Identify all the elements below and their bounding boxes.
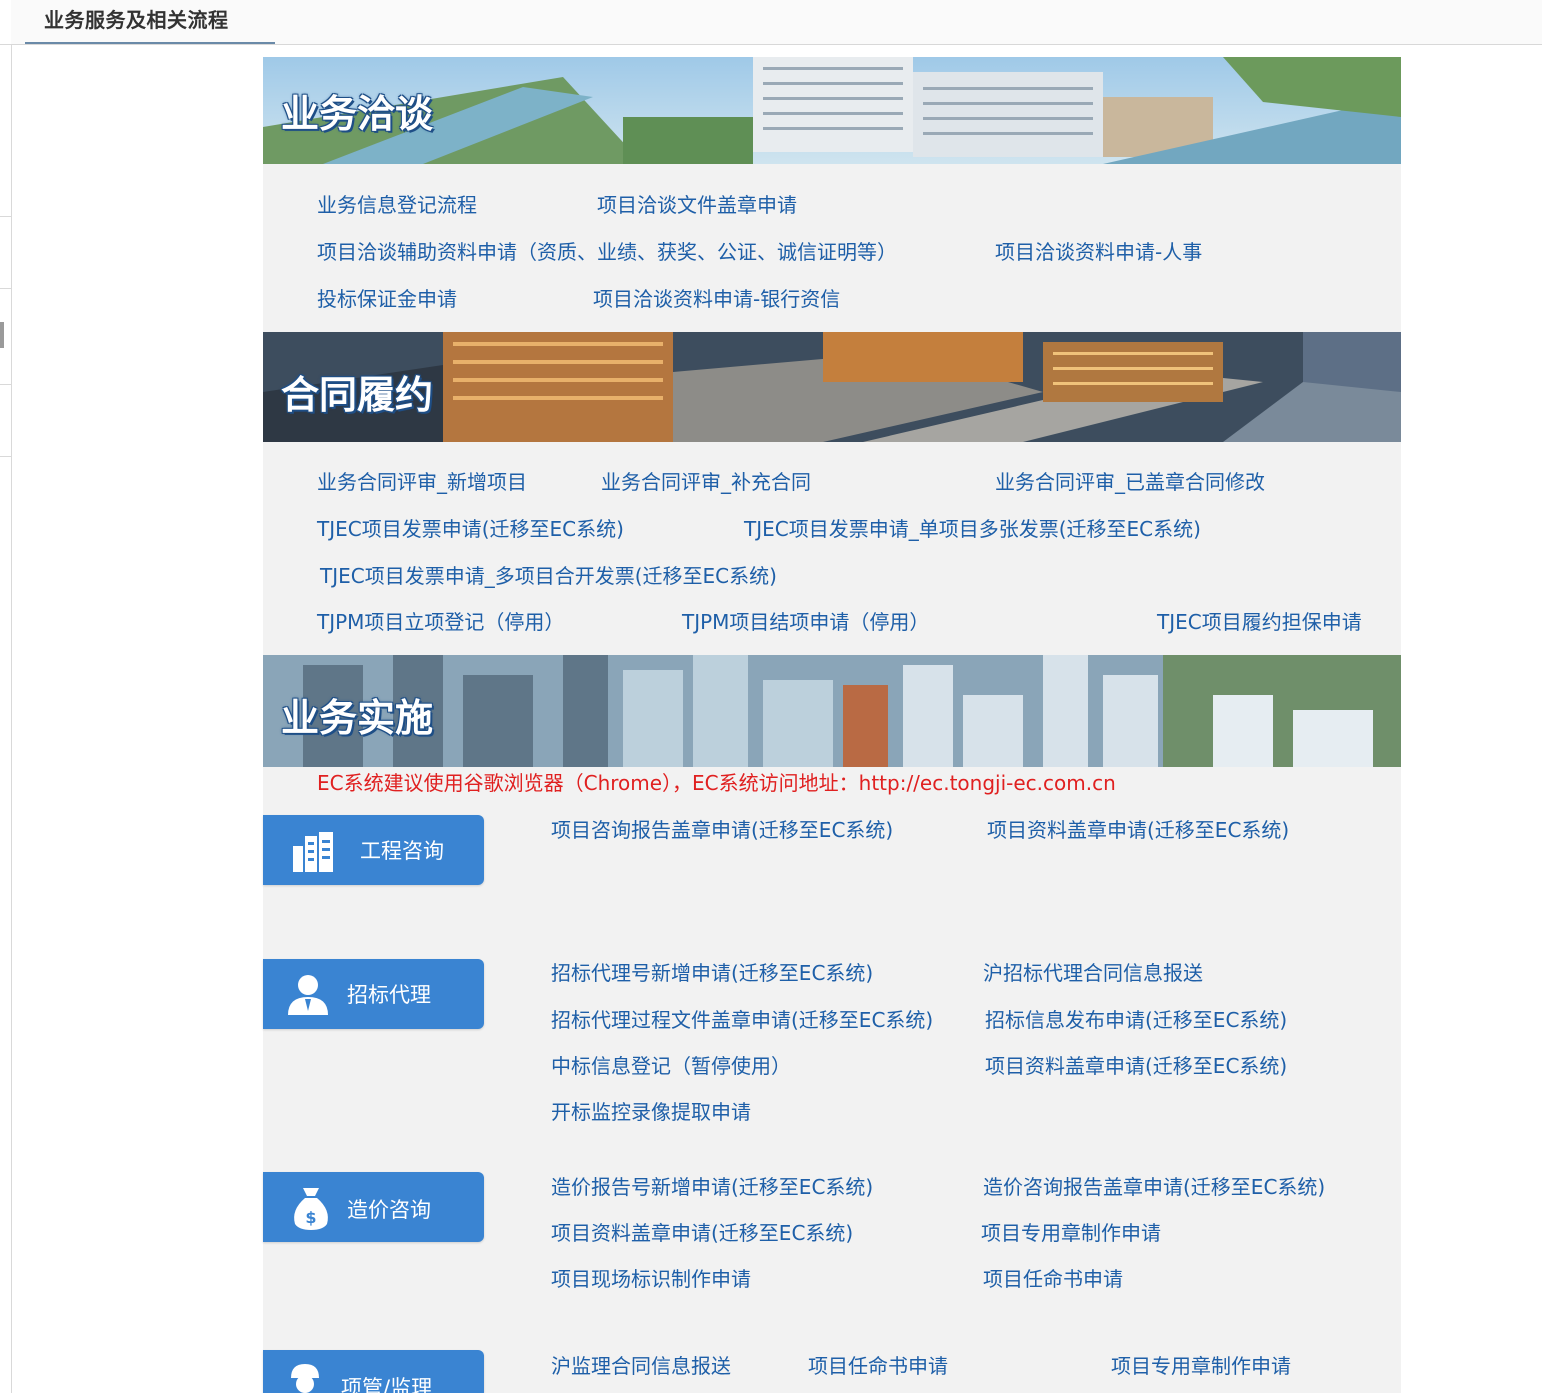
link-negotiation-doc-seal[interactable]: 项目洽谈文件盖章申请 [597, 189, 797, 218]
link-supervision-seal-making[interactable]: 项目专用章制作申请 [1111, 1350, 1291, 1379]
person-icon [288, 975, 328, 1015]
link-bidding-process-doc-seal[interactable]: 招标代理过程文件盖章申请(迁移至EC系统) [551, 1004, 933, 1033]
link-cost-project-materials-seal[interactable]: 项目资料盖章申请(迁移至EC系统) [551, 1217, 853, 1246]
link-bidding-agent-number-apply[interactable]: 招标代理号新增申请(迁移至EC系统) [551, 957, 873, 986]
link-business-info-registration[interactable]: 业务信息登记流程 [317, 189, 477, 218]
link-contract-review-modify[interactable]: 业务合同评审_已盖章合同修改 [995, 466, 1265, 495]
link-tjec-invoice-combined[interactable]: TJEC项目发票申请_多项目合开发票(迁移至EC系统) [320, 560, 777, 589]
link-contract-review-new[interactable]: 业务合同评审_新增项目 [317, 466, 527, 495]
link-bid-bond[interactable]: 投标保证金申请 [317, 283, 457, 312]
link-winning-bid-registration[interactable]: 中标信息登记（暂停使用） [551, 1050, 791, 1079]
tab-title: 业务服务及相关流程 [44, 8, 229, 32]
left-sidebar-block [0, 0, 11, 45]
link-bidding-info-publish[interactable]: 招标信息发布申请(迁移至EC系统) [985, 1004, 1287, 1033]
link-negotiation-bank-credit[interactable]: 项目洽谈资料申请-银行资信 [593, 283, 840, 312]
category-bidding-label: 招标代理 [347, 983, 431, 1007]
link-cost-report-number-apply[interactable]: 造价报告号新增申请(迁移至EC系统) [551, 1171, 873, 1200]
sidebar-splitter-handle[interactable] [0, 322, 4, 348]
link-tjec-invoice-multiple[interactable]: TJEC项目发票申请_单项目多张发票(迁移至EC系统) [744, 513, 1201, 542]
left-sidebar-block [0, 44, 11, 217]
link-appointment-letter[interactable]: 项目任命书申请 [983, 1263, 1123, 1292]
category-cost-button[interactable]: $ 造价咨询 [263, 1172, 484, 1242]
link-shanghai-supervision-contract-report[interactable]: 沪监理合同信息报送 [551, 1350, 731, 1379]
link-project-materials-seal[interactable]: 项目资料盖章申请(迁移至EC系统) [987, 814, 1289, 843]
banner-contract-image [263, 332, 1401, 442]
link-site-sign-making[interactable]: 项目现场标识制作申请 [551, 1263, 751, 1292]
link-bidding-project-materials-seal[interactable]: 项目资料盖章申请(迁移至EC系统) [985, 1050, 1287, 1079]
left-sidebar-block [0, 400, 11, 457]
banner-negotiation-image [263, 57, 1401, 164]
category-cost-label: 造价咨询 [347, 1198, 431, 1222]
link-tjec-invoice[interactable]: TJEC项目发票申请(迁移至EC系统) [317, 513, 624, 542]
link-tjpm-project-registration[interactable]: TJPM项目立项登记（停用） [317, 606, 564, 635]
banner-negotiation: 业务洽谈 [263, 57, 1401, 164]
svg-text:$: $ [305, 1208, 316, 1227]
page-bottom-edge [0, 1393, 1542, 1398]
link-bid-opening-video-request[interactable]: 开标监控录像提取申请 [551, 1096, 751, 1125]
ec-browser-note: EC系统建议使用谷歌浏览器（Chrome），EC系统访问地址：http://ec… [317, 771, 1116, 795]
link-cost-consult-report-seal[interactable]: 造价咨询报告盖章申请(迁移至EC系统) [983, 1171, 1325, 1200]
category-bidding-button[interactable]: 招标代理 [263, 959, 484, 1029]
banner-implementation: 业务实施 [263, 655, 1401, 767]
money-bag-icon: $ [294, 1188, 328, 1230]
link-project-seal-making[interactable]: 项目专用章制作申请 [981, 1217, 1161, 1246]
banner-negotiation-title: 业务洽谈 [281, 92, 434, 136]
link-tjec-performance-guarantee[interactable]: TJEC项目履约担保申请 [1157, 606, 1362, 635]
link-supervision-appointment-letter[interactable]: 项目任命书申请 [808, 1350, 948, 1379]
banner-contract-title: 合同履约 [281, 373, 434, 417]
banner-implementation-image [263, 655, 1401, 767]
link-consult-report-seal[interactable]: 项目咨询报告盖章申请(迁移至EC系统) [551, 814, 893, 843]
banner-implementation-title: 业务实施 [281, 696, 434, 740]
category-engineering-button[interactable]: 工程咨询 [263, 815, 484, 885]
building-icon [293, 832, 333, 872]
link-negotiation-aux-materials[interactable]: 项目洽谈辅助资料申请（资质、业绩、获奖、公证、诚信证明等） [317, 236, 897, 265]
link-shanghai-bidding-contract-report[interactable]: 沪招标代理合同信息报送 [983, 957, 1203, 986]
link-contract-review-supplement[interactable]: 业务合同评审_补充合同 [601, 466, 811, 495]
link-negotiation-hr-materials[interactable]: 项目洽谈资料申请-人事 [995, 236, 1202, 265]
left-sidebar-block [0, 236, 11, 289]
tab-bar [11, 0, 1542, 45]
link-tjpm-project-closing[interactable]: TJPM项目结项申请（停用） [682, 606, 929, 635]
banner-contract: 合同履约 [263, 332, 1401, 442]
category-supervision-button[interactable]: 项管/监理 [263, 1350, 484, 1398]
category-engineering-label: 工程咨询 [360, 839, 444, 863]
